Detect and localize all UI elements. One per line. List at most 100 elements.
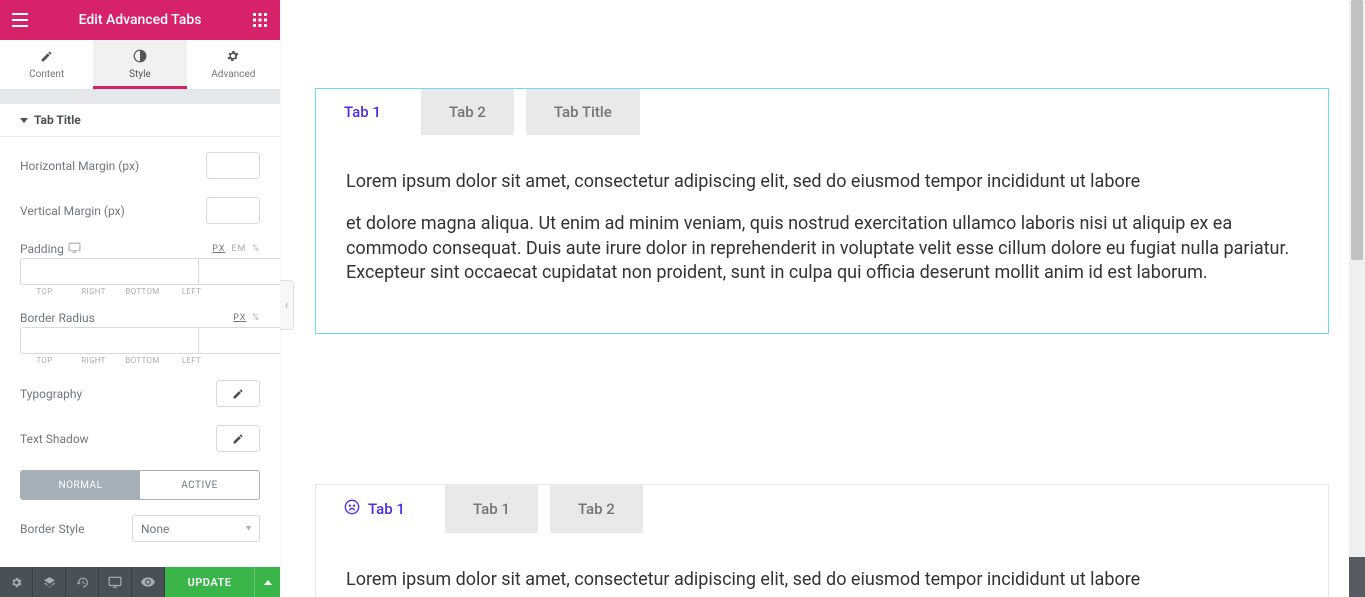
section-tab-title[interactable]: Tab Title: [0, 104, 280, 137]
tab-label: Tab 1: [344, 103, 381, 121]
dim-right: RIGHT: [69, 356, 118, 365]
dim-top: TOP: [20, 287, 69, 296]
section-label: Tab Title: [34, 113, 81, 127]
pencil-icon: [232, 433, 244, 445]
state-tabs: NORMAL ACTIVE: [20, 470, 260, 500]
state-tab-normal[interactable]: NORMAL: [21, 471, 140, 499]
nav-tab-label: Advanced: [211, 69, 255, 80]
radius-right[interactable]: [198, 327, 280, 354]
label-text-shadow: Text Shadow: [20, 432, 89, 446]
tab-label: Tab 2: [578, 500, 615, 518]
layers-icon: [43, 576, 56, 589]
tab-label: Tab Title: [554, 103, 612, 121]
panel-divider: [0, 90, 280, 104]
responsive-button[interactable]: [99, 567, 132, 597]
caret-down-icon: [20, 118, 28, 123]
tab-content: Lorem ipsum dolor sit amet, consectetur …: [346, 533, 1298, 592]
responsive-icon: [108, 576, 122, 588]
tab[interactable]: Tab Title: [526, 89, 640, 135]
tab[interactable]: Tab 1: [316, 89, 409, 135]
sad-face-icon: [344, 499, 360, 519]
state-tab-active[interactable]: ACTIVE: [140, 471, 259, 499]
eye-icon: [141, 577, 155, 587]
preview-button[interactable]: [132, 567, 165, 597]
preview-canvas: Tab 1 Tab 2 Tab Title Lorem ipsum dolor …: [295, 0, 1349, 597]
unit-pct[interactable]: %: [252, 244, 260, 254]
history-icon: [76, 576, 89, 589]
responsive-icon[interactable]: [68, 242, 81, 256]
nav-tab-content[interactable]: Content: [0, 40, 93, 89]
advanced-tabs-widget[interactable]: Tab 1 Tab 2 Tab Title Lorem ipsum dolor …: [315, 88, 1329, 334]
tabs-bar: Tab 1 Tab 2 Tab Title: [316, 89, 1328, 135]
input-v-margin[interactable]: [206, 197, 260, 224]
unit-em[interactable]: EM: [231, 244, 246, 254]
nav-tab-label: Content: [29, 69, 64, 80]
tab[interactable]: Tab 2: [550, 485, 643, 533]
canvas-scrollbar-track[interactable]: [1349, 0, 1365, 597]
label-padding: Padding: [20, 242, 64, 256]
label-border-style: Border Style: [20, 522, 84, 536]
tab-label: Tab 1: [368, 500, 405, 518]
typography-edit-button[interactable]: [216, 380, 260, 407]
input-h-margin[interactable]: [206, 152, 260, 179]
dim-bottom: BOTTOM: [118, 356, 167, 365]
tab[interactable]: Tab 2: [421, 89, 514, 135]
content-paragraph: Lorem ipsum dolor sit amet, consectetur …: [346, 568, 1298, 592]
scrollbar-footer: [1349, 557, 1365, 597]
label-h-margin: Horizontal Margin (px): [20, 159, 139, 173]
tab-label: Tab 1: [473, 500, 510, 518]
panel-header: Edit Advanced Tabs: [0, 0, 280, 40]
pencil-icon: [40, 49, 53, 67]
label-border-radius: Border Radius: [20, 311, 95, 325]
unit-px[interactable]: PX: [212, 244, 225, 254]
settings-button[interactable]: [0, 567, 33, 597]
tab-content: Lorem ipsum dolor sit amet, consectetur …: [346, 135, 1298, 285]
dim-left: LEFT: [167, 356, 216, 365]
dim-right: RIGHT: [69, 287, 118, 296]
unit-px[interactable]: PX: [233, 313, 246, 323]
update-options-button[interactable]: [254, 567, 280, 597]
pencil-icon: [232, 388, 244, 400]
dim-bottom: BOTTOM: [118, 287, 167, 296]
panel-body: Horizontal Margin (px) Vertical Margin (…: [0, 137, 280, 597]
tab[interactable]: Tab 1: [316, 485, 433, 533]
dim-left: LEFT: [167, 287, 216, 296]
select-border-style[interactable]: None ▾: [132, 515, 260, 542]
panel-title: Edit Advanced Tabs: [30, 12, 250, 28]
nav-tab-label: Style: [129, 69, 151, 80]
padding-right[interactable]: [198, 258, 280, 285]
tab[interactable]: Tab 1: [445, 485, 538, 533]
chevron-left-icon: ‹: [285, 298, 289, 312]
radius-top[interactable]: [20, 327, 198, 354]
menu-icon[interactable]: [10, 10, 30, 30]
dim-top: TOP: [20, 356, 69, 365]
tabs-bar: Tab 1 Tab 1 Tab 2: [316, 485, 1328, 533]
content-paragraph: Lorem ipsum dolor sit amet, consectetur …: [346, 170, 1298, 194]
padding-inputs: [20, 258, 260, 285]
update-button[interactable]: UPDATE: [165, 567, 254, 597]
gear-icon: [226, 49, 240, 67]
content-paragraph: et dolore magna aliqua. Ut enim ad minim…: [346, 212, 1298, 285]
select-value: None: [141, 522, 169, 536]
text-shadow-edit-button[interactable]: [216, 425, 260, 452]
nav-tab-style[interactable]: Style: [93, 40, 186, 89]
panel-collapse-button[interactable]: ‹: [280, 280, 294, 330]
padding-top[interactable]: [20, 258, 198, 285]
label-v-margin: Vertical Margin (px): [20, 204, 125, 218]
gear-icon: [10, 576, 23, 589]
canvas-scrollbar-thumb[interactable]: [1351, 0, 1363, 260]
panel-footer: UPDATE: [0, 567, 280, 597]
unit-pct[interactable]: %: [252, 313, 260, 323]
navigator-button[interactable]: [33, 567, 66, 597]
panel-nav-tabs: Content Style Advanced: [0, 40, 280, 90]
tab-label: Tab 2: [449, 103, 486, 121]
advanced-tabs-widget[interactable]: Tab 1 Tab 1 Tab 2 Lorem ipsum dolor sit …: [315, 484, 1329, 597]
caret-up-icon: [264, 580, 272, 585]
grid-icon[interactable]: [250, 10, 270, 30]
nav-tab-advanced[interactable]: Advanced: [187, 40, 280, 89]
chevron-down-icon: ▾: [246, 523, 251, 534]
label-typography: Typography: [20, 387, 82, 401]
contrast-icon: [133, 49, 147, 67]
editor-panel: Edit Advanced Tabs Content Style: [0, 0, 280, 597]
history-button[interactable]: [66, 567, 99, 597]
